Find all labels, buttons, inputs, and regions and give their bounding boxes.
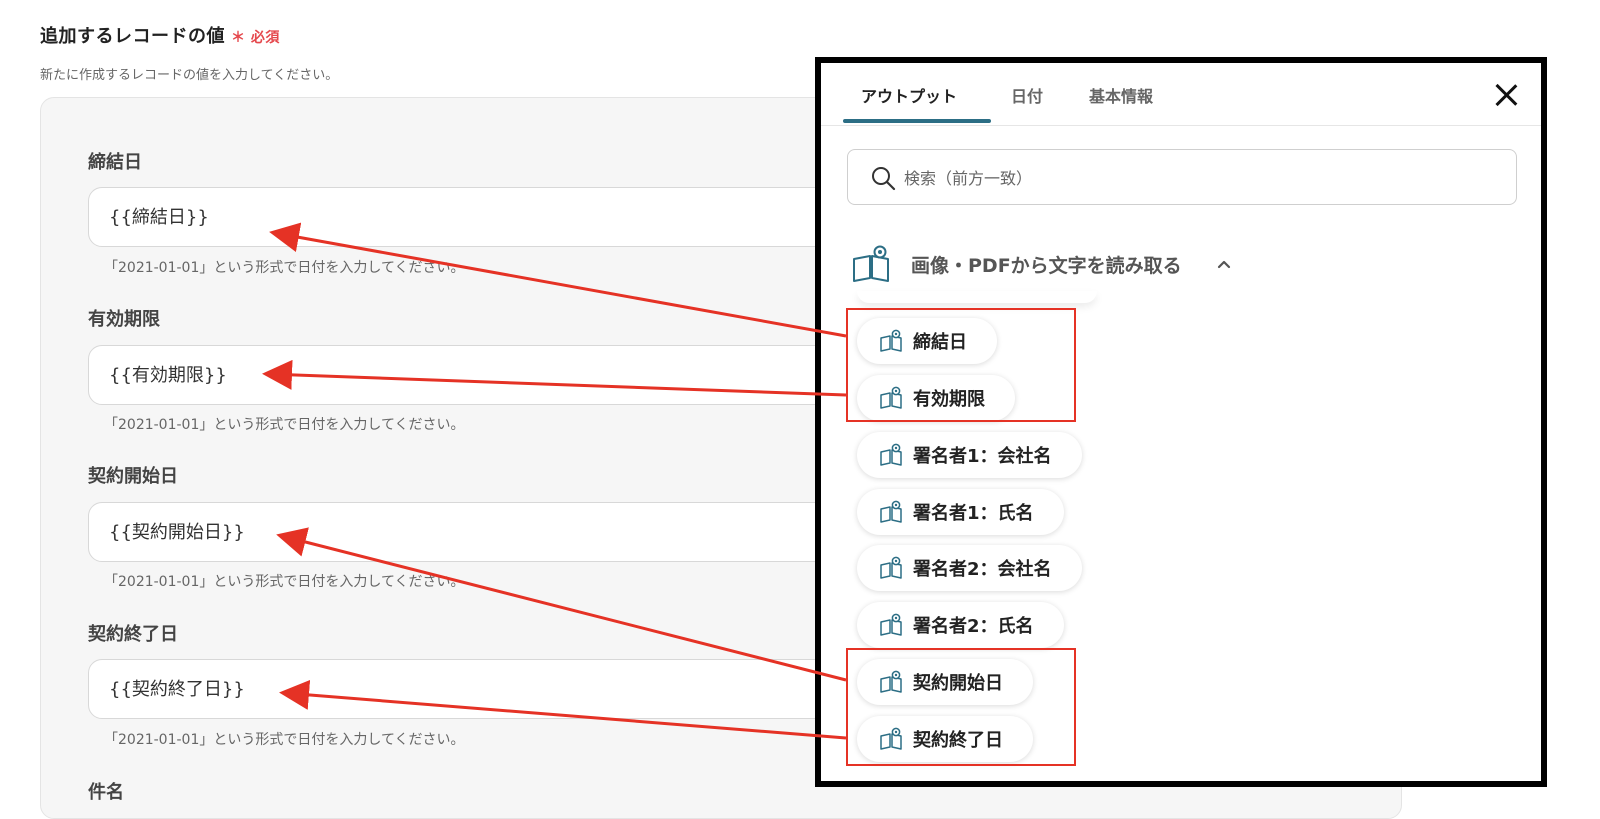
close-icon[interactable] [1491, 81, 1521, 111]
group-title: 画像・PDFから文字を読み取る [911, 255, 1182, 277]
output-item-signer2-company[interactable]: 署名者2：会社名 [857, 545, 1082, 591]
output-item-signer1-company[interactable]: 署名者1：会社名 [857, 432, 1082, 478]
field-label-subject: 件名 [88, 782, 124, 803]
field-hint-contract-start: 「2021-01-01」という形式で日付を入力してください。 [104, 574, 465, 590]
book-ocr-icon [880, 613, 902, 636]
section-description: 新たに作成するレコードの値を入力してください。 [40, 68, 339, 83]
required-badge: ＊ 必須 [231, 30, 280, 46]
tab-output[interactable]: アウトプット [861, 83, 957, 107]
output-item-contract-end[interactable]: 契約終了日 [857, 716, 1033, 762]
output-item-label: 署名者1：氏名 [913, 503, 1034, 524]
output-item-label: 署名者1：会社名 [913, 446, 1052, 467]
list-top-edge [857, 291, 1097, 303]
output-item-label: 有効期限 [913, 389, 985, 410]
field-hint-signing-date: 「2021-01-01」という形式で日付を入力してください。 [104, 260, 465, 276]
search-input[interactable] [902, 150, 1506, 206]
output-item-signing-date[interactable]: 締結日 [857, 318, 997, 364]
required-mark: ＊ [231, 30, 246, 46]
output-item-expiry-date[interactable]: 有効期限 [857, 375, 1015, 421]
search-icon [872, 167, 896, 191]
search-box [847, 149, 1517, 206]
book-ocr-icon [880, 556, 902, 579]
panel-tabs: アウトプット 日付 基本情報 [821, 63, 1541, 126]
chevron-up-icon [1217, 260, 1231, 269]
tab-basic-info[interactable]: 基本情報 [1089, 83, 1153, 107]
field-hint-expiry-date: 「2021-01-01」という形式で日付を入力してください。 [104, 417, 465, 433]
required-text: 必須 [250, 30, 280, 46]
output-item-label: 契約開始日 [913, 673, 1003, 694]
field-hint-contract-end: 「2021-01-01」という形式で日付を入力してください。 [104, 732, 465, 748]
output-item-label: 署名者2：氏名 [913, 616, 1034, 637]
output-item-label: 契約終了日 [913, 730, 1003, 751]
group-header-ocr[interactable]: 画像・PDFから文字を読み取る [851, 241, 1271, 291]
section-title: 追加するレコードの値 ＊ 必須 [40, 22, 280, 48]
tab-date[interactable]: 日付 [1011, 83, 1043, 107]
field-label-contract-start: 契約開始日 [88, 466, 178, 487]
active-tab-indicator [843, 119, 991, 123]
book-ocr-icon [880, 500, 902, 523]
output-item-signer2-name[interactable]: 署名者2：氏名 [857, 602, 1064, 648]
field-label-expiry-date: 有効期限 [88, 309, 160, 330]
output-item-label: 署名者2：会社名 [913, 559, 1052, 580]
book-ocr-icon [880, 386, 902, 409]
field-label-signing-date: 締結日 [88, 152, 142, 173]
book-ocr-icon [880, 670, 902, 693]
output-item-contract-start[interactable]: 契約開始日 [857, 659, 1033, 705]
book-ocr-icon [880, 443, 902, 466]
output-panel: アウトプット 日付 基本情報 画像・PDFから文字を読み取る 締結日 有効期限 [815, 57, 1547, 787]
book-ocr-icon [853, 245, 889, 282]
book-ocr-icon [880, 329, 902, 352]
book-ocr-icon [880, 727, 902, 750]
section-title-text: 追加するレコードの値 [40, 26, 225, 47]
field-label-contract-end: 契約終了日 [88, 624, 178, 645]
output-item-signer1-name[interactable]: 署名者1：氏名 [857, 489, 1064, 535]
output-item-label: 締結日 [913, 332, 967, 353]
